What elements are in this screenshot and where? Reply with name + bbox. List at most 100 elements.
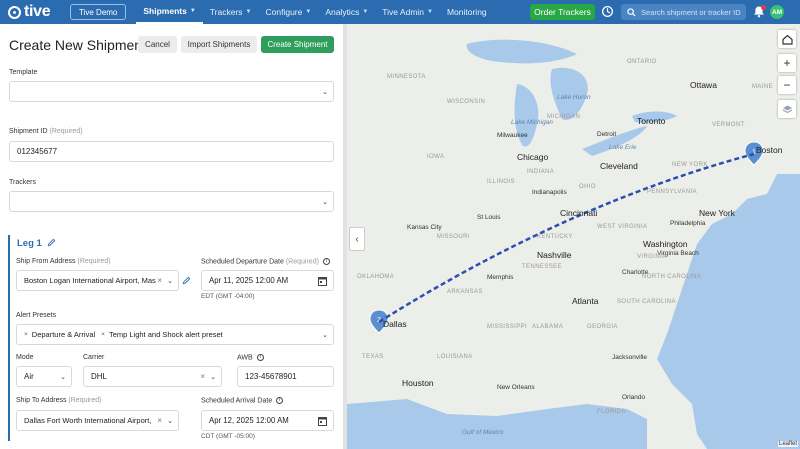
map-label-iowa: IOWA bbox=[427, 154, 445, 160]
ship-to-input[interactable]: Dallas Fort Worth International Airport,… bbox=[16, 410, 179, 431]
mode-label: Mode bbox=[16, 354, 34, 361]
clear-icon[interactable]: × bbox=[200, 372, 205, 381]
nav-trackers-label: Trackers bbox=[209, 7, 243, 17]
alert-preset-chip[interactable]: × Departure & Arrival bbox=[24, 330, 95, 339]
user-avatar[interactable]: AM bbox=[770, 5, 784, 19]
carrier-value: DHL bbox=[91, 372, 108, 381]
edit-pencil-icon[interactable] bbox=[47, 238, 56, 247]
nav-shipments-label: Shipments bbox=[143, 6, 187, 16]
tive-logo[interactable]: tive bbox=[8, 3, 58, 21]
carrier-label: Carrier bbox=[83, 354, 105, 361]
account-switch-button[interactable]: Tive Demo bbox=[70, 4, 127, 20]
trackers-select[interactable]: ⌄ bbox=[9, 191, 334, 212]
layers-icon bbox=[782, 105, 792, 113]
ship-from-value: Boston Logan International Airport, Mas bbox=[24, 276, 156, 285]
nav-tive-admin-label: Tive Admin bbox=[382, 7, 425, 17]
nav-configure[interactable]: Configure ▼ bbox=[259, 0, 319, 24]
required-tag: (Required) bbox=[285, 258, 319, 266]
chevron-down-icon: ▼ bbox=[362, 9, 369, 15]
import-shipments-button[interactable]: Import Shipments bbox=[181, 36, 257, 53]
collapse-panel-button[interactable]: ‹ bbox=[349, 227, 365, 251]
zoom-out-button[interactable]: − bbox=[778, 76, 796, 94]
edit-address-icon[interactable] bbox=[182, 276, 191, 285]
map-label-chicago: Chicago bbox=[517, 152, 549, 162]
shipment-id-label-text: Shipment ID bbox=[9, 128, 48, 135]
map-label-georgia: GEORGIA bbox=[587, 324, 618, 330]
awb-value: 123-45678901 bbox=[245, 372, 297, 381]
departure-date-label: Scheduled Departure Date (Required) i bbox=[201, 258, 330, 265]
remove-chip-icon[interactable]: × bbox=[101, 331, 105, 338]
calendar-icon[interactable] bbox=[318, 416, 327, 426]
clear-icon[interactable]: × bbox=[157, 416, 162, 425]
zoom-in-button[interactable]: + bbox=[778, 54, 796, 72]
map-label-pennsylvania: PENNSYLVANIA bbox=[647, 189, 697, 195]
alert-preset-chip[interactable]: × Temp Light and Shock alert preset bbox=[101, 330, 223, 339]
map-label-florida: FLORIDA bbox=[597, 409, 626, 415]
main-nav: Shipments ▼ Trackers ▼ Configure ▼ Analytic… bbox=[136, 0, 493, 24]
map-label-washington: Washington bbox=[643, 239, 688, 249]
map-label-lake-michigan: Lake Michigan bbox=[511, 119, 553, 126]
arrival-date-input[interactable]: Apr 12, 2025 12:00 AM bbox=[201, 410, 334, 431]
search-input[interactable] bbox=[641, 7, 741, 17]
chevron-down-icon: ⌄ bbox=[322, 332, 328, 339]
chevron-left-icon: ‹ bbox=[355, 233, 359, 245]
departure-date-input[interactable]: Apr 11, 2025 12:00 AM bbox=[201, 270, 334, 291]
map-attribution[interactable]: Leaflet bbox=[778, 441, 799, 447]
remove-chip-icon[interactable]: × bbox=[24, 331, 28, 338]
map-label-texas: TEXAS bbox=[362, 354, 384, 360]
map-label-lake-erie: Lake Erie bbox=[609, 144, 637, 151]
ship-to-label-text: Ship To Address bbox=[16, 397, 67, 404]
chevron-down-icon: ⌄ bbox=[167, 418, 173, 425]
shipment-id-input[interactable]: 012345677 bbox=[9, 141, 334, 162]
map-label-kentucky: KENTUCKY bbox=[537, 234, 573, 240]
map-label-new-orleans: New Orleans bbox=[497, 384, 535, 391]
info-icon[interactable]: i bbox=[276, 397, 284, 404]
trackers-label: Trackers bbox=[9, 179, 36, 186]
alert-presets-select[interactable]: × Departure & Arrival × Temp Light and Sho… bbox=[16, 324, 334, 345]
nav-tive-admin[interactable]: Tive Admin ▼ bbox=[375, 0, 440, 24]
nav-analytics[interactable]: Analytics ▼ bbox=[318, 0, 375, 24]
map-label-minnesota: MINNESOTA bbox=[387, 74, 426, 80]
shipment-id-value: 012345677 bbox=[17, 147, 58, 156]
nav-trackers[interactable]: Trackers ▼ bbox=[203, 0, 259, 24]
chevron-down-icon: ⌄ bbox=[210, 374, 216, 381]
map-label-michigan: MICHIGAN bbox=[547, 114, 581, 120]
awb-label-text: AWB bbox=[237, 354, 253, 362]
global-search[interactable] bbox=[621, 4, 746, 20]
chevron-down-icon: ▼ bbox=[189, 8, 196, 14]
map-label-cleveland: Cleveland bbox=[600, 161, 638, 171]
page-title: Create New Shipment bbox=[9, 37, 146, 53]
leg-title-text: Leg 1 bbox=[17, 238, 42, 249]
map-label-st-louis: St Louis bbox=[477, 214, 501, 221]
info-icon[interactable]: i bbox=[322, 258, 330, 265]
order-trackers-button[interactable]: Order Trackers bbox=[530, 4, 595, 20]
map-label-orlando: Orlando bbox=[622, 394, 646, 401]
carrier-select[interactable]: DHL × ⌄ bbox=[83, 366, 222, 387]
map-label-new-york-state: NEW YORK bbox=[672, 162, 708, 168]
calendar-icon[interactable] bbox=[318, 276, 327, 286]
history-icon[interactable] bbox=[601, 5, 614, 18]
cancel-button[interactable]: Cancel bbox=[138, 36, 177, 53]
ship-from-input[interactable]: Boston Logan International Airport, Mas … bbox=[16, 270, 179, 291]
map-home-button[interactable] bbox=[778, 30, 796, 48]
required-tag: (Required) bbox=[77, 258, 111, 265]
awb-label: AWB i bbox=[237, 354, 264, 361]
ship-to-value: Dallas Fort Worth International Airport, bbox=[24, 416, 152, 425]
map-label-indiana: INDIANA bbox=[527, 169, 555, 175]
layers-button[interactable] bbox=[778, 100, 796, 118]
nav-shipments[interactable]: Shipments ▼ bbox=[136, 0, 203, 24]
map-label-indianapolis: Indianapolis bbox=[532, 189, 567, 196]
chevron-down-icon: ▼ bbox=[245, 9, 252, 15]
required-tag: (Required) bbox=[68, 397, 102, 404]
create-shipment-button[interactable]: Create Shipment bbox=[261, 36, 334, 53]
info-icon[interactable]: i bbox=[256, 354, 264, 361]
ship-to-label: Ship To Address (Required) bbox=[16, 397, 102, 404]
template-select[interactable]: ⌄ bbox=[9, 81, 334, 102]
nav-monitoring[interactable]: Monitoring bbox=[440, 0, 494, 24]
awb-input[interactable]: 123-45678901 bbox=[237, 366, 334, 387]
clear-icon[interactable]: × bbox=[157, 276, 162, 285]
mode-select[interactable]: Air ⌄ bbox=[16, 366, 72, 387]
map-label-jacksonville: Jacksonville bbox=[612, 354, 648, 361]
map-label-ottawa: Ottawa bbox=[690, 80, 717, 90]
shipment-map[interactable]: 1 2 Ottawa Toronto Chicago Detroit Cleve… bbox=[347, 24, 800, 449]
